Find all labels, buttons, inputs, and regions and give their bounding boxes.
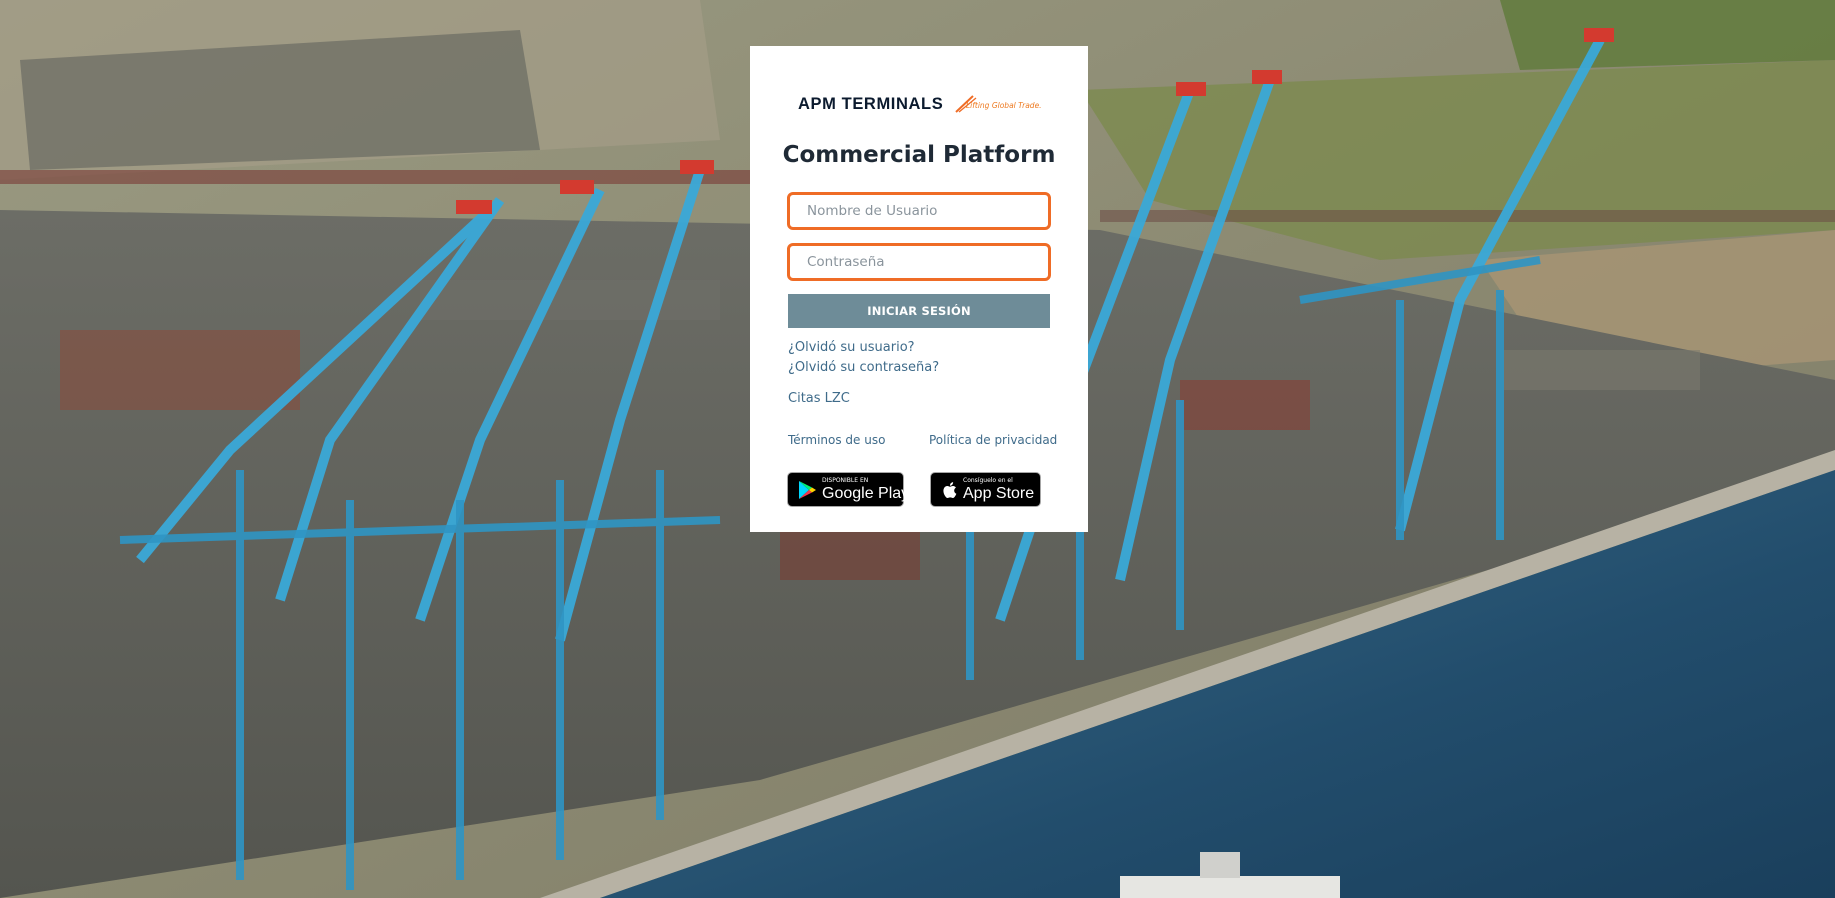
apple-badge-small-text: Consíguelo en el xyxy=(963,477,1013,484)
apple-badge-big-text: App Store xyxy=(963,485,1035,502)
login-button[interactable]: INICIAR SESIÓN xyxy=(788,294,1050,328)
google-play-badge[interactable]: DISPONIBLE EN Google Play xyxy=(787,472,909,507)
password-input[interactable] xyxy=(787,243,1051,281)
login-card: APM TERMINALS Lifting Global Trade. Comm… xyxy=(750,46,1088,532)
terms-of-use-link[interactable]: Términos de uso xyxy=(788,433,885,447)
google-badge-big-text: Google Play xyxy=(822,485,910,502)
google-play-icon xyxy=(799,481,816,499)
apm-terminals-logo: APM TERMINALS Lifting Global Trade. xyxy=(798,94,1048,118)
username-input[interactable] xyxy=(787,192,1051,230)
google-badge-small-text: DISPONIBLE EN xyxy=(822,477,869,484)
forgot-username-link[interactable]: ¿Olvidó su usuario? xyxy=(788,340,915,355)
app-store-badge[interactable]: Consíguelo en el App Store xyxy=(930,472,1041,507)
logo-brand-name: APM TERMINALS xyxy=(798,95,944,113)
appointments-link[interactable]: Citas LZC xyxy=(788,391,850,406)
page-title: Commercial Platform xyxy=(782,142,1056,168)
apple-icon xyxy=(943,482,957,498)
forgot-password-link[interactable]: ¿Olvidó su contraseña? xyxy=(788,360,939,375)
logo-tagline: Lifting Global Trade. xyxy=(966,101,1042,110)
privacy-policy-link[interactable]: Política de privacidad xyxy=(929,433,1057,447)
